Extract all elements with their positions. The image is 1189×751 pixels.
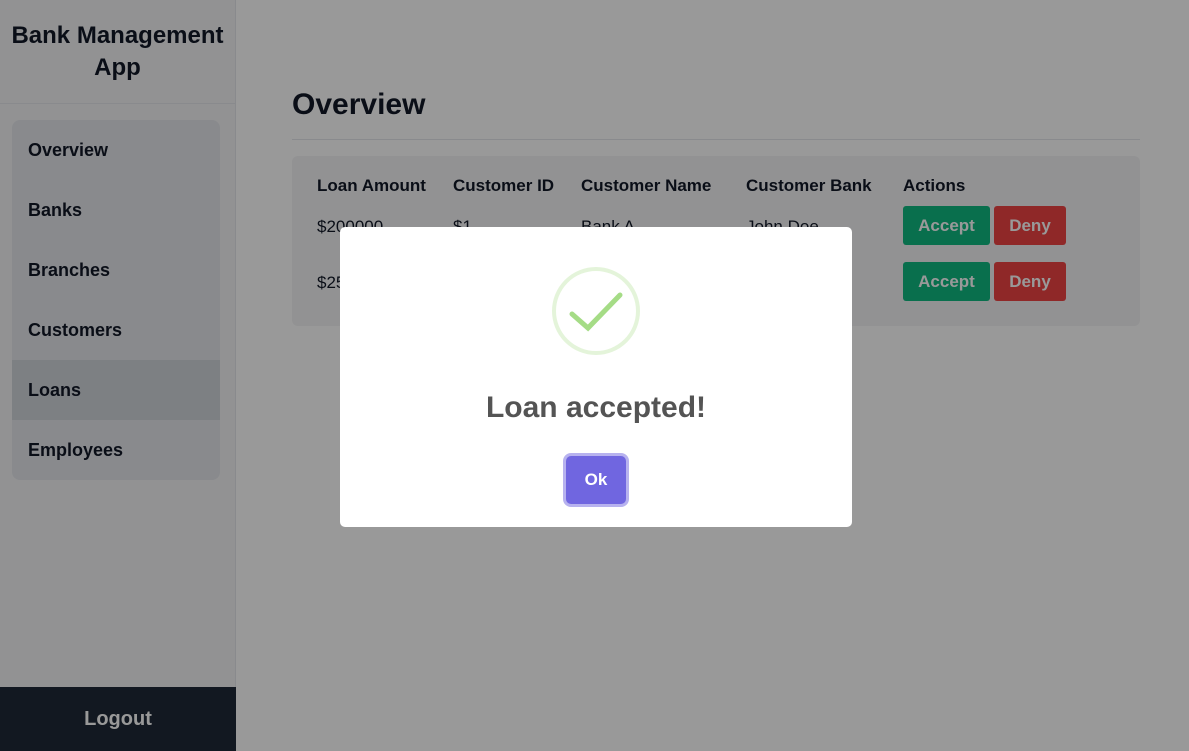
- app-root: Bank Management App Overview Banks Branc…: [0, 0, 1189, 751]
- success-check-icon: [552, 267, 640, 355]
- ok-button[interactable]: Ok: [566, 456, 626, 504]
- dialog-title: Loan accepted!: [485, 391, 707, 424]
- success-dialog: Loan accepted! Ok: [340, 227, 852, 527]
